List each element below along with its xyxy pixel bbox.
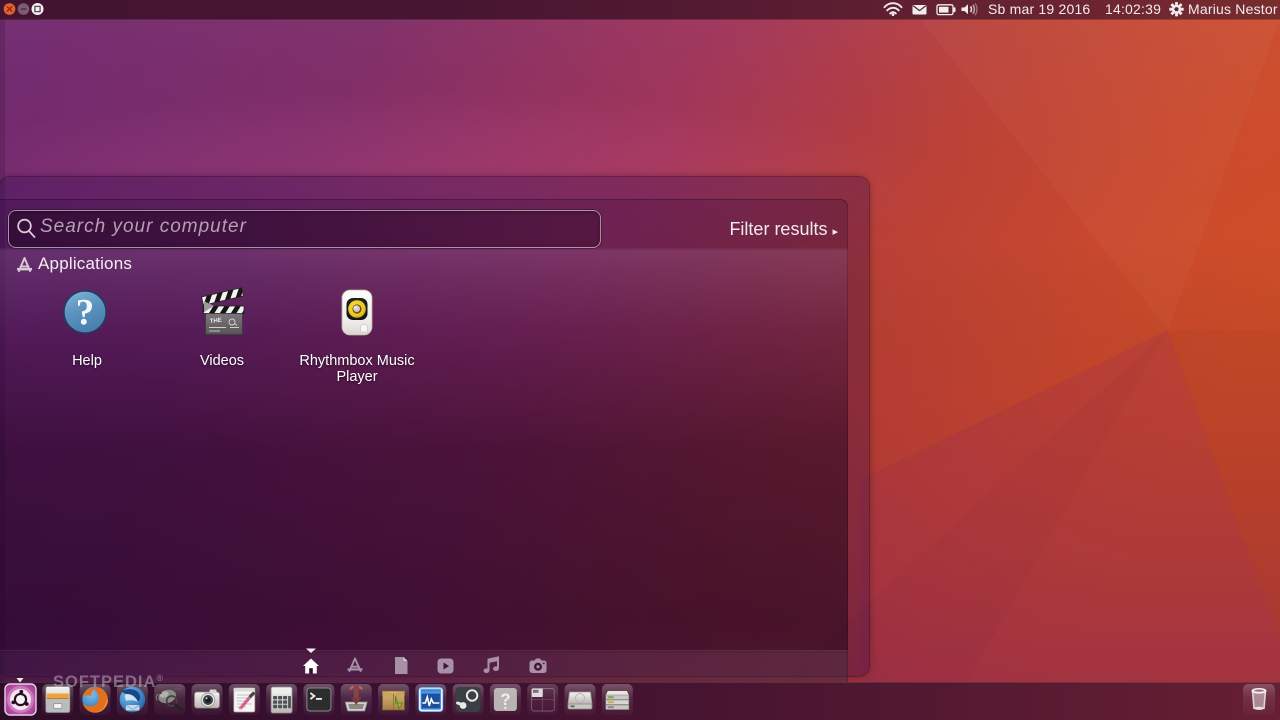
svg-text:THE: THE <box>210 318 223 325</box>
svg-text:?: ? <box>500 690 510 709</box>
svg-text:?: ? <box>76 293 95 334</box>
